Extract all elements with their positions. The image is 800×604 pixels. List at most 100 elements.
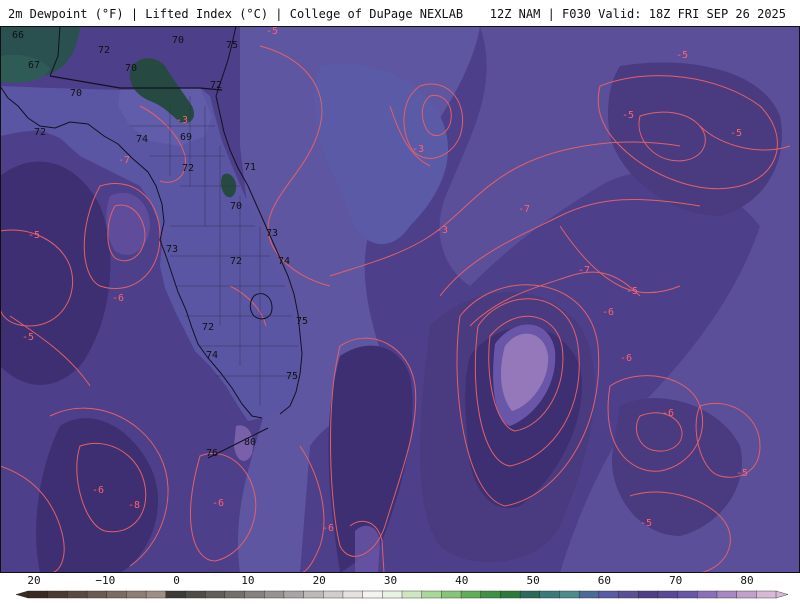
li-label: -3 [176,115,188,126]
scale-tick-label: 10 [241,574,254,587]
dewpoint-label: 74 [278,256,290,267]
weather-map: 66 70 67 72 70 75 70 72 70 72 74 69 72 7… [0,26,800,573]
li-label: -6 [322,523,334,534]
scale-tick-labels: 20 −10 0 10 20 30 40 50 60 70 80 [27,574,753,587]
dewpoint-label: 74 [136,134,148,145]
dewpoint-label: 75 [286,371,298,382]
li-label: -3 [436,225,448,236]
scale-swatch [500,590,521,599]
scale-tick-label: 20 [27,574,40,587]
scale-tick-label: −10 [95,574,115,587]
scale-tick-label: 40 [455,574,468,587]
scale-swatch [559,590,580,599]
scale-swatch [657,590,679,599]
li-label: -6 [620,353,632,364]
scale-swatch [421,590,443,599]
scale-swatch [126,590,147,599]
scale-swatch [697,590,718,599]
dewpoint-label: 70 [172,35,184,46]
scale-swatch [598,590,620,599]
color-scale-bar: 20 −10 0 10 20 30 40 50 60 70 80 [0,573,800,600]
scale-tick-label: 50 [526,574,539,587]
dewpoint-label: 73 [266,228,278,239]
scale-swatch [539,590,561,599]
scale-swatch [638,590,659,599]
li-label: -5 [736,468,748,479]
dewpoint-label: 72 [210,80,222,91]
scale-swatch [756,590,777,599]
scale-swatch [460,590,482,599]
dewpoint-label: 74 [206,350,218,361]
dewpoint-label: 72 [98,45,110,56]
li-label: -5 [266,26,278,37]
scale-swatch [323,590,344,599]
scale-swatch [480,590,502,599]
dewpoint-label: 75 [296,316,308,327]
li-label: -5 [676,50,688,61]
dewpoint-label: 66 [12,30,24,41]
scale-swatch [578,590,600,599]
scale-tick-label: 60 [598,574,611,587]
scale-swatch [618,590,639,599]
scale-color-swatches [15,590,789,599]
scale-swatch [264,590,285,599]
scale-swatch [716,590,738,599]
li-label: -6 [92,485,104,496]
scale-swatch [342,590,364,599]
li-label: -6 [662,408,674,419]
scale-swatch [441,590,462,599]
li-label: -7 [578,265,590,276]
dewpoint-label: 75 [226,40,238,51]
li-label: -5 [22,332,34,343]
scale-swatch [382,590,403,599]
dewpoint-label: 69 [180,132,192,143]
dewpoint-label: 80 [244,437,256,448]
dewpoint-label: 71 [244,162,256,173]
scale-swatch [165,590,187,599]
dewpoint-label: 72 [230,256,242,267]
scale-swatch [185,590,206,599]
scale-swatch [67,590,88,599]
scale-tick-label: 20 [313,574,326,587]
scale-swatch [86,590,108,599]
scale-swatch [47,590,69,599]
dewpoint-label: 67 [28,60,40,71]
scale-tick-label: 80 [740,574,753,587]
li-label: -8 [128,500,140,511]
li-label: -7 [518,204,530,215]
dewpoint-label: 76 [206,448,218,459]
dewpoint-label: 70 [70,88,82,99]
li-label: -3 [412,144,424,155]
scale-swatch [27,590,49,599]
scale-swatch [677,590,698,599]
scale-swatch [736,590,758,599]
li-label: -5 [640,518,652,529]
map-title: 2m Dewpoint (°F) | Lifted Index (°C) | C… [8,7,464,21]
scale-right-arrow [775,590,789,599]
dewpoint-label: 70 [230,201,242,212]
dewpoint-label: 70 [125,63,137,74]
dewpoint-label: 73 [166,244,178,255]
scale-tick-label: 30 [384,574,397,587]
scale-swatch [401,590,423,599]
li-label: -5 [626,286,638,297]
li-label: -7 [118,155,130,166]
header-bar: 2m Dewpoint (°F) | Lifted Index (°C) | C… [0,0,800,26]
scale-swatch [204,590,226,599]
dewpoint-label: 72 [182,163,194,174]
scale-swatch [519,590,541,599]
scale-swatch [303,590,324,599]
dewpoint-label: 72 [34,127,46,138]
li-label: -5 [622,110,634,121]
scale-left-arrow [15,590,29,599]
scale-tick-label: 0 [173,574,180,587]
scale-swatch [106,590,128,599]
scale-swatch [362,590,384,599]
li-label: -6 [602,307,614,318]
li-label: -6 [212,498,224,509]
li-label: -6 [112,293,124,304]
scale-swatch [145,590,167,599]
color-scale-svg: 20 −10 0 10 20 30 40 50 60 70 80 [15,574,789,599]
model-run-info: 12Z NAM | F030 Valid: 18Z FRI SEP 26 202… [489,7,786,21]
scale-tick-label: 70 [669,574,682,587]
